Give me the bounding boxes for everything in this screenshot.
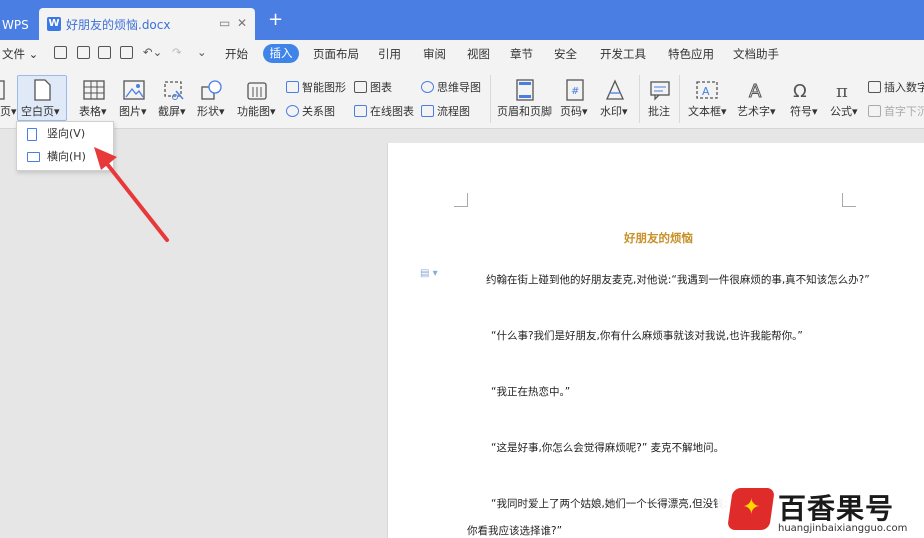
site-watermark: ✦ 百香果号 huangjinbaixiangguo.com — [718, 484, 924, 538]
brand-logo-icon: ✦ — [727, 488, 775, 530]
brand-url: huangjinbaixiangguo.com — [778, 523, 908, 534]
red-arrow-annotation — [94, 147, 169, 242]
brand-name: 百香果号 — [778, 492, 895, 525]
